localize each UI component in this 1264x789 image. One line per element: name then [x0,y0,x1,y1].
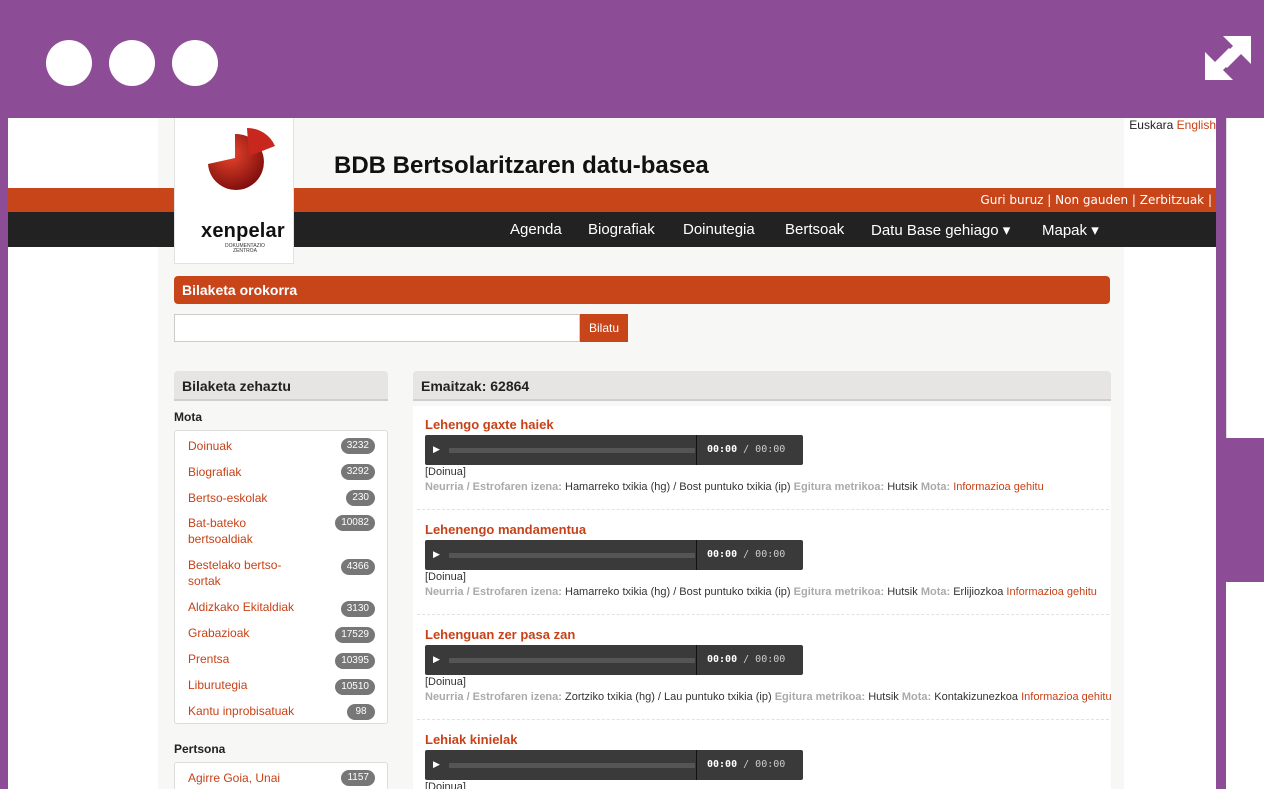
nav-biografiak[interactable]: Biografiak [588,221,655,238]
nav-mapak[interactable]: Mapak ▾ [1042,221,1099,239]
logo[interactable]: xenpelar DOKUMENTAZIO ZENTROA [174,118,294,264]
facet-list-mota: Doinuak 3232 Biografiak 3292 Bertso-esko… [174,430,388,724]
audio-player[interactable]: ▶ 00:00 / 00:00 [425,645,803,675]
nav-datu-base-gehiago[interactable]: Datu Base gehiago ▾ [871,221,1010,239]
audio-player[interactable]: ▶ 00:00 / 00:00 [425,435,803,465]
result-type: [Doinua] [425,676,466,688]
audio-progress-track[interactable] [449,448,695,453]
add-info-link[interactable]: Informazioa gehitu [1021,691,1112,703]
result-type: [Doinua] [425,571,466,583]
lang-euskara[interactable]: Euskara [1129,118,1173,132]
result-title[interactable]: Lehiak kinielak [425,732,518,747]
expand-icon[interactable] [1201,30,1257,86]
play-icon[interactable]: ▶ [433,549,440,560]
facet-count: 4366 [340,559,375,575]
audio-progress-track[interactable] [449,763,695,768]
result-type: [Doinua] [425,466,466,478]
facet-count: 230 [346,490,375,506]
result-type: [Doinua] [425,781,466,789]
result-title[interactable]: Lehenengo mandamentua [425,522,586,537]
logo-name: xenpelar [201,220,285,242]
audio-progress-track[interactable] [449,658,695,663]
nav-doinutegia[interactable]: Doinutegia [683,221,755,238]
result-meta: Neurria / Estrofaren izena: Hamarreko tx… [425,586,1097,598]
results-count: Emaitzak: 62864 [421,378,530,394]
audio-player[interactable]: ▶ 00:00 / 00:00 [425,750,803,780]
website: Euskara English Guri buruz | Non gauden … [8,118,1216,789]
result-title[interactable]: Lehenguan zer pasa zan [425,627,575,642]
result-divider [417,614,1109,615]
facet-prentsa[interactable]: Prentsa [188,651,338,667]
audio-time: 00:00 / 00:00 [707,549,786,560]
search-button[interactable]: Bilatu [580,314,628,342]
window-dot-3 [172,40,218,86]
play-icon[interactable]: ▶ [433,444,440,455]
facet-count: 10395 [335,653,375,669]
facet-liburutegia[interactable]: Liburutegia [188,677,338,693]
facet-list-pertsona: Agirre Goia, Unai 1157 [174,762,388,789]
language-switcher: Euskara English [1129,118,1216,132]
side-panel-tab [1226,438,1264,582]
facet-count: 17529 [335,627,375,643]
logo-mark-icon [208,127,275,190]
top-links[interactable]: Guri buruz | Non gauden | Zerbitzuak | [980,193,1212,207]
general-search-title: Bilaketa orokorra [182,282,298,298]
audio-player[interactable]: ▶ 00:00 / 00:00 [425,540,803,570]
add-info-link[interactable]: Informazioa gehitu [1006,586,1097,598]
facet-group-pertsona: Pertsona [174,742,226,756]
window-frame-left [0,118,8,789]
facet-kantu[interactable]: Kantu inprobisatuak [188,703,338,719]
add-info-link[interactable]: Informazioa gehitu [953,481,1044,493]
facet-group-mota: Mota [174,410,202,424]
site-title: BDB Bertsolaritzaren datu-basea [334,152,709,179]
facet-count: 98 [347,704,375,720]
window-dot-1 [46,40,92,86]
result-title[interactable]: Lehengo gaxte haiek [425,417,554,432]
general-search-header: Bilaketa orokorra [174,276,1110,304]
facet-grabazioak[interactable]: Grabazioak [188,625,338,641]
lang-english[interactable]: English [1177,118,1216,132]
result-meta: Neurria / Estrofaren izena: Hamarreko tx… [425,481,1044,493]
facet-bertso-eskolak[interactable]: Bertso-eskolak [188,490,338,506]
facet-bestelako[interactable]: Bestelako bertso-sortak [188,557,298,589]
facet-count: 10510 [335,679,375,695]
facet-bat-bateko[interactable]: Bat-bateko bertsoaldiak [188,515,298,547]
facet-doinuak[interactable]: Doinuak [188,438,338,454]
nav-bertsoak[interactable]: Bertsoak [785,221,844,238]
side-panel [1226,118,1264,438]
facet-count: 1157 [341,770,375,786]
result-divider [417,719,1109,720]
play-icon[interactable]: ▶ [433,654,440,665]
result-meta: Neurria / Estrofaren izena: Zortziko txi… [425,691,1112,703]
facet-count: 3232 [340,438,375,454]
facet-count: 3292 [340,464,375,480]
facet-biografiak[interactable]: Biografiak [188,464,338,480]
facet-aldizkako[interactable]: Aldizkako Ekitaldiak [188,599,338,615]
refine-search-header: Bilaketa zehaztu [174,371,388,401]
audio-progress-track[interactable] [449,553,695,558]
window-dot-2 [109,40,155,86]
audio-time: 00:00 / 00:00 [707,444,786,455]
result-divider [417,509,1109,510]
logo-subtitle: DOKUMENTAZIO ZENTROA [225,243,265,254]
results-header: Emaitzak: 62864 [413,371,1111,401]
search-input[interactable] [174,314,580,342]
window-frame-right [1216,118,1226,789]
facet-count: 10082 [335,515,375,531]
facet-person[interactable]: Agirre Goia, Unai [188,770,338,786]
audio-time: 00:00 / 00:00 [707,759,786,770]
facet-count: 3130 [340,601,375,617]
refine-search-title: Bilaketa zehaztu [182,378,291,394]
play-icon[interactable]: ▶ [433,759,440,770]
nav-agenda[interactable]: Agenda [510,221,562,238]
audio-time: 00:00 / 00:00 [707,654,786,665]
